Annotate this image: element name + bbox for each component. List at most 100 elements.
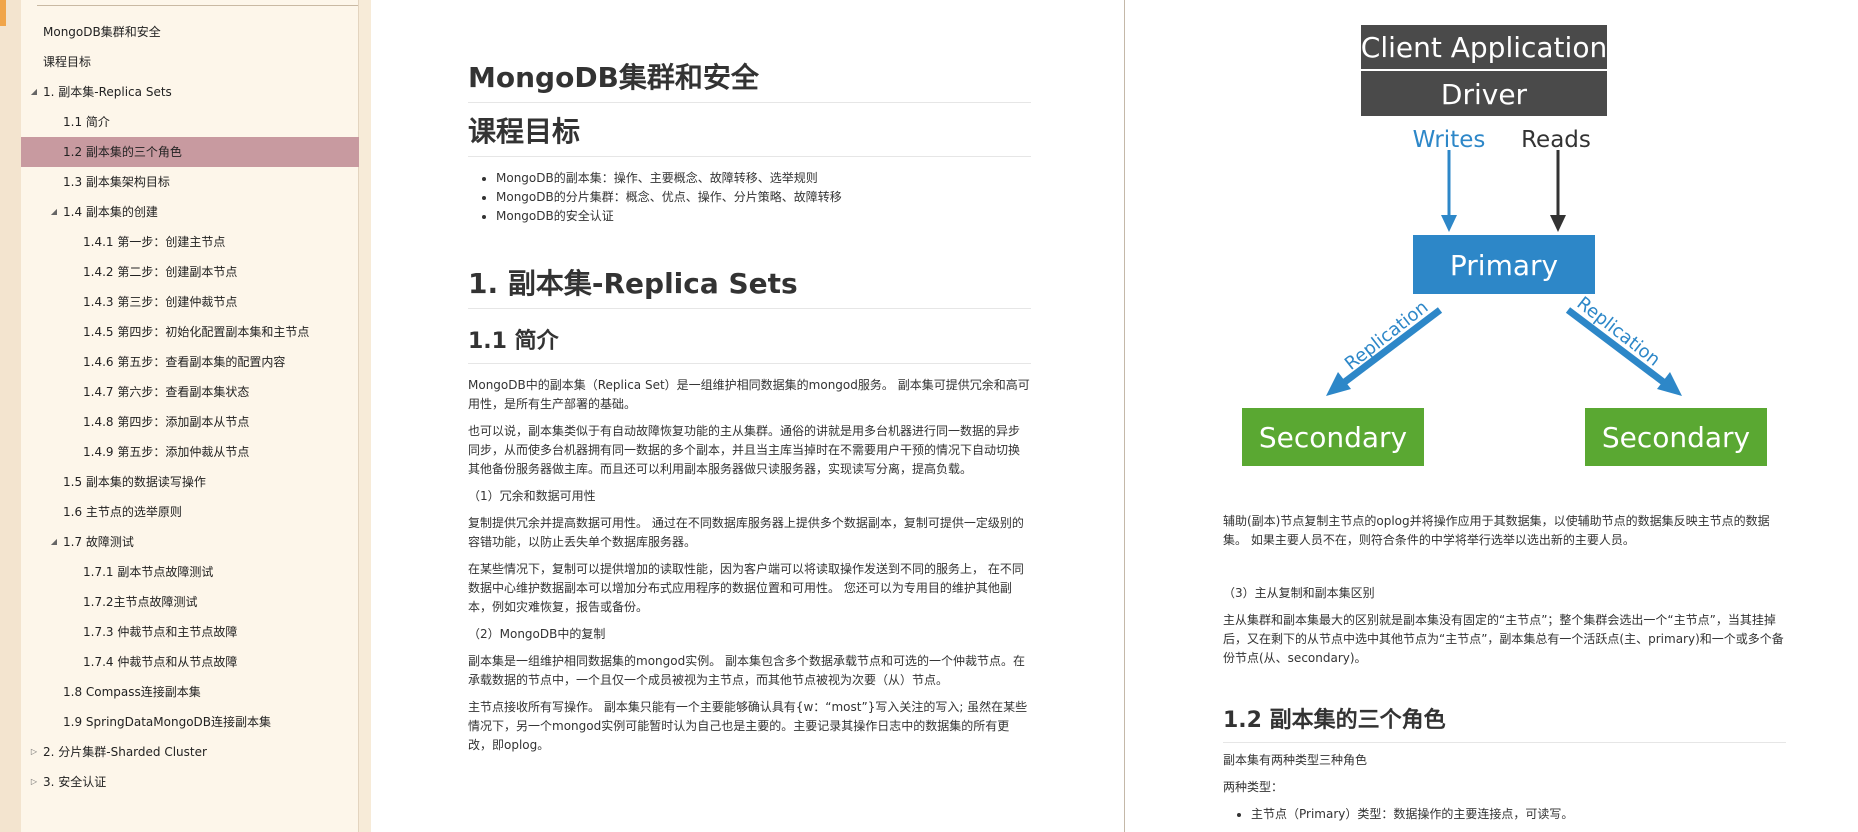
writes-label: Writes xyxy=(1413,127,1486,153)
document-page-left: MongoDB集群和安全 课程目标 MongoDB的副本集：操作、主要概念、故障… xyxy=(371,0,1124,832)
toc-item[interactable]: ▷ 2. 分片集群-Sharded Cluster xyxy=(21,737,359,767)
paragraph: 主从集群和副本集最大的区别就是副本集没有固定的“主节点”；整个集群会选出一个“主… xyxy=(1223,613,1784,665)
toc-item[interactable]: ◢ 1. 副本集-Replica Sets xyxy=(21,77,359,107)
toc-item[interactable]: 1.1 简介 xyxy=(21,107,359,137)
left-edge-tab[interactable] xyxy=(0,0,6,26)
toc-item-label: 1.7.1 副本节点故障测试 xyxy=(83,565,214,579)
toc-item[interactable]: 1.4.9 第五步：添加仲裁从节点 xyxy=(21,437,359,467)
expand-arrow-icon[interactable]: ▷ xyxy=(29,767,39,797)
secondary-label-left: Secondary xyxy=(1259,421,1407,454)
toc-item-label: 课程目标 xyxy=(43,55,92,69)
reads-label: Reads xyxy=(1521,127,1591,153)
paragraph: 主节点接收所有写操作。 副本集只能有一个主要能够确认具有{w：“most”}写入… xyxy=(468,700,1028,752)
toc-item-label: 1.4.8 第四步：添加副本从节点 xyxy=(83,415,250,429)
expand-arrow-icon[interactable]: ▷ xyxy=(29,737,39,767)
collapse-arrow-icon[interactable]: ◢ xyxy=(29,77,39,107)
toc-item-label: 1.4.1 第一步：创建主节点 xyxy=(83,235,226,249)
secondary-label-right: Secondary xyxy=(1602,421,1750,454)
toc-item-label: 1.7.2主节点故障测试 xyxy=(83,595,198,609)
paragraph: 复制提供冗余并提高数据可用性。 通过在不同数据库服务器上提供多个数据副本，复制可… xyxy=(468,516,1024,549)
toc-item-label: 1.2 副本集的三个角色 xyxy=(63,145,182,159)
toc-item-label: 1.5 副本集的数据读写操作 xyxy=(63,475,206,489)
document-title: MongoDB集群和安全 xyxy=(468,58,1031,103)
toc-item-label: 1.9 SpringDataMongoDB连接副本集 xyxy=(63,715,272,729)
toc-sidebar: MongoDB集群和安全 课程目标 ◢ 1. 副本集-Replica Sets 1.1 … xyxy=(21,0,359,832)
toc-item-label: 3. 安全认证 xyxy=(43,775,107,789)
toc-item-label: 1.4 副本集的创建 xyxy=(63,205,158,219)
replication-label-right: Replication xyxy=(1573,293,1664,371)
paragraph: 副本集有两种类型三种角色 xyxy=(1223,753,1368,767)
toc-item-label: MongoDB集群和安全 xyxy=(43,25,161,39)
sidebar-gutter xyxy=(359,0,371,832)
sidebar-top-divider xyxy=(37,5,358,6)
toc-item[interactable]: 1.9 SpringDataMongoDB连接副本集 xyxy=(21,707,359,737)
type-item: 主节点（Primary）类型：数据操作的主要连接点，可读写。 xyxy=(1251,805,1786,824)
paragraph: 在某些情况下，复制可以提供增加的读取性能，因为客户端可以将读取操作发送到不同的服… xyxy=(468,562,1024,614)
toc-item-label: 1.4.5 第四步：初始化配置副本集和主节点 xyxy=(83,325,310,339)
collapse-arrow-icon[interactable]: ◢ xyxy=(49,197,59,227)
replication-label-left: Replication xyxy=(1341,297,1432,375)
toc-item[interactable]: 1.3 副本集架构目标 xyxy=(21,167,359,197)
paragraph: 副本集是一组维护相同数据集的mongod实例。 副本集包含多个数据承载节点和可选… xyxy=(468,654,1026,687)
goal-item: MongoDB的分片集群：概念、优点、操作、分片策略、故障转移 xyxy=(496,188,1031,207)
paragraph: 辅助(副本)节点复制主节点的oplog并将操作应用于其数据集，以使辅助节点的数据… xyxy=(1223,514,1770,547)
reads-arrowhead xyxy=(1550,215,1566,232)
toc-item[interactable]: 课程目标 xyxy=(21,47,359,77)
toc-item[interactable]: ◢ 1.4 副本集的创建 xyxy=(21,197,359,227)
toc-item[interactable]: 1.8 Compass连接副本集 xyxy=(21,677,359,707)
section-roles-heading: 1.2 副本集的三个角色 xyxy=(1223,704,1786,743)
toc-item-label: 1.4.9 第五步：添加仲裁从节点 xyxy=(83,445,250,459)
page-left-content: MongoDB集群和安全 课程目标 MongoDB的副本集：操作、主要概念、故障… xyxy=(468,58,1031,755)
toc-item-label: 1.7.3 仲裁节点和主节点故障 xyxy=(83,625,238,639)
toc-item[interactable]: 1.6 主节点的选举原则 xyxy=(21,497,359,527)
types-list: 主节点（Primary）类型：数据操作的主要连接点，可读写。 xyxy=(1223,805,1786,824)
goal-item: MongoDB的副本集：操作、主要概念、故障转移、选举规则 xyxy=(496,169,1031,188)
toc-item-label: 1.6 主节点的选举原则 xyxy=(63,505,182,519)
toc-item-label: 1.8 Compass连接副本集 xyxy=(63,685,201,699)
toc-item[interactable]: 1.7.2主节点故障测试 xyxy=(21,587,359,617)
client-application-label: Client Application xyxy=(1361,31,1607,64)
app-left-edge xyxy=(0,0,21,832)
goal-item: MongoDB的安全认证 xyxy=(496,207,1031,226)
toc-item[interactable]: ▷ 3. 安全认证 xyxy=(21,767,359,797)
toc-item[interactable]: 1.7.4 仲裁节点和从节点故障 xyxy=(21,647,359,677)
paragraph: 两种类型： xyxy=(1223,780,1284,794)
section-intro-heading: 1.1 简介 xyxy=(468,325,1031,364)
toc-item[interactable]: 1.4.6 第五步：查看副本集的配置内容 xyxy=(21,347,359,377)
goals-heading: 课程目标 xyxy=(468,112,1031,157)
collapse-arrow-icon[interactable]: ◢ xyxy=(49,527,59,557)
goals-list: MongoDB的副本集：操作、主要概念、故障转移、选举规则 MongoDB的分片… xyxy=(468,169,1031,226)
page-right-content: 辅助(副本)节点复制主节点的oplog并将操作应用于其数据集，以使辅助节点的数据… xyxy=(1223,512,1786,824)
toc-item[interactable]: MongoDB集群和安全 xyxy=(21,17,359,47)
toc-list: MongoDB集群和安全 课程目标 ◢ 1. 副本集-Replica Sets 1.1 … xyxy=(21,17,359,797)
toc-item-label: 1.4.3 第三步：创建仲裁节点 xyxy=(83,295,238,309)
toc-item-label: 1.7.4 仲裁节点和从节点故障 xyxy=(83,655,238,669)
toc-item-label: 1.3 副本集架构目标 xyxy=(63,175,170,189)
document-page-right: Client Application Driver Writes Reads P… xyxy=(1125,0,1858,832)
toc-item[interactable]: 1.4.8 第四步：添加副本从节点 xyxy=(21,407,359,437)
toc-item[interactable]: 1.4.2 第二步：创建副本节点 xyxy=(21,257,359,287)
toc-item-label: 1.4.2 第二步：创建副本节点 xyxy=(83,265,238,279)
paragraph: 也可以说，副本集类似于有自动故障恢复功能的主从集群。通俗的讲就是用多台机器进行同… xyxy=(468,424,1021,476)
subheading: （3）主从复制和副本集区别 xyxy=(1223,586,1375,600)
driver-label: Driver xyxy=(1441,78,1528,111)
replica-set-diagram: Client Application Driver Writes Reads P… xyxy=(1242,25,1767,466)
subheading: （1）冗余和数据可用性 xyxy=(468,489,596,503)
toc-item[interactable]: 1.4.5 第四步：初始化配置副本集和主节点 xyxy=(21,317,359,347)
toc-item[interactable]: 1.7.3 仲裁节点和主节点故障 xyxy=(21,617,359,647)
primary-label: Primary xyxy=(1450,249,1558,282)
toc-item[interactable]: 1.4.7 第六步：查看副本集状态 xyxy=(21,377,359,407)
subheading: （2）MongoDB中的复制 xyxy=(468,627,606,641)
toc-item-label: 1.4.6 第五步：查看副本集的配置内容 xyxy=(83,355,286,369)
toc-item[interactable]: 1.4.3 第三步：创建仲裁节点 xyxy=(21,287,359,317)
toc-item[interactable]: ◢ 1.7 故障测试 xyxy=(21,527,359,557)
toc-item-label: 1.7 故障测试 xyxy=(63,535,134,549)
toc-item-label: 1. 副本集-Replica Sets xyxy=(43,85,172,99)
toc-item-label: 1.1 简介 xyxy=(63,115,110,129)
toc-item[interactable]: 1.5 副本集的数据读写操作 xyxy=(21,467,359,497)
toc-item[interactable]: 1.2 副本集的三个角色 xyxy=(21,137,359,167)
toc-item[interactable]: 1.7.1 副本节点故障测试 xyxy=(21,557,359,587)
toc-item[interactable]: 1.4.1 第一步：创建主节点 xyxy=(21,227,359,257)
toc-item-label: 2. 分片集群-Sharded Cluster xyxy=(43,745,207,759)
paragraph: MongoDB中的副本集（Replica Set）是一组维护相同数据集的mong… xyxy=(468,378,1030,411)
